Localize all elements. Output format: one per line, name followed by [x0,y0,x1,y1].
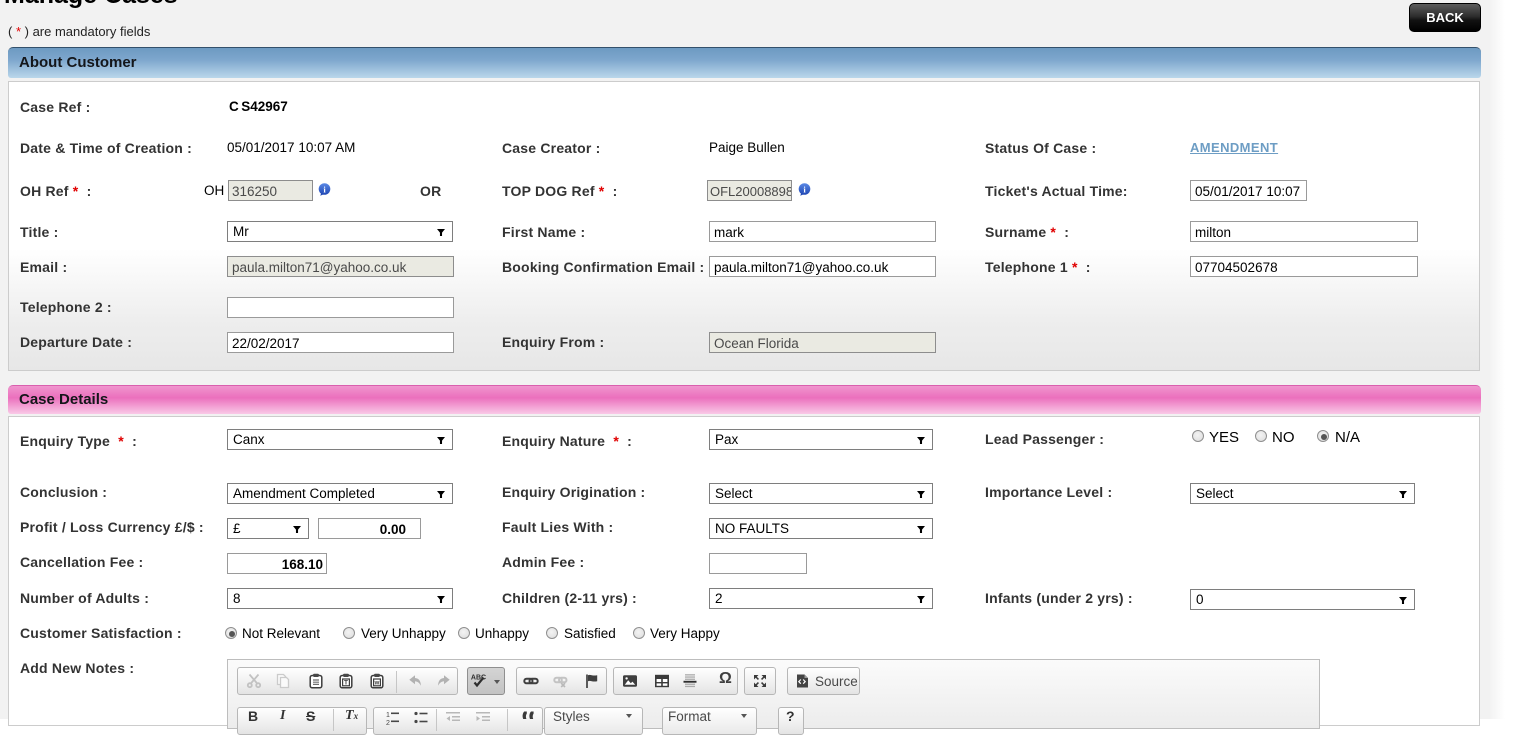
svg-text:2: 2 [386,720,390,726]
svg-text:1: 1 [386,712,390,719]
svg-text:T: T [344,680,348,687]
svg-text:w: w [374,681,380,687]
